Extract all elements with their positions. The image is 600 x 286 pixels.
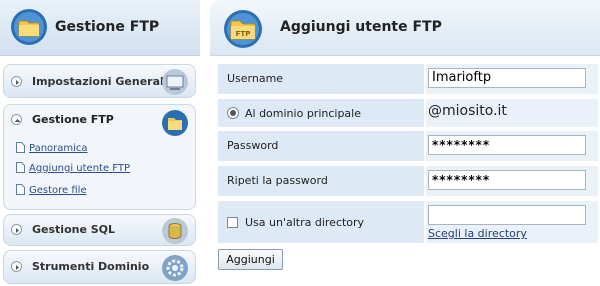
- globe-gear-icon: [162, 255, 188, 281]
- collapse-arrow-icon: [11, 114, 22, 125]
- password-input[interactable]: ********: [428, 135, 586, 155]
- username-input[interactable]: Imarioftp: [428, 68, 586, 88]
- username-value-cell: Imarioftp: [426, 64, 598, 94]
- choose-directory-link[interactable]: Scegli la directory: [428, 227, 527, 240]
- at-sign: @: [428, 103, 442, 119]
- sidebar: Gestione FTP Impostazioni Generali Gesti…: [0, 0, 200, 286]
- repeat-password-input[interactable]: ********: [428, 170, 586, 190]
- domain-radio[interactable]: [227, 107, 239, 119]
- repeat-password-label-cell: Ripeti la password: [218, 166, 424, 196]
- folder-icon: [11, 9, 47, 45]
- sidebar-item-gestore-file[interactable]: Gestore file: [16, 184, 87, 196]
- sidebar-section-label: Impostazioni Generali: [32, 75, 168, 88]
- sidebar-item-label: Gestore file: [29, 185, 87, 196]
- sidebar-item-aggiungi-utente-ftp[interactable]: Aggiungi utente FTP: [16, 162, 130, 174]
- expand-arrow-icon: [11, 224, 22, 235]
- domain-value-cell: @ miosito.it: [426, 99, 598, 127]
- expand-arrow-icon: [11, 261, 22, 272]
- repeat-password-value-cell: ********: [426, 166, 598, 196]
- sidebar-item-label: Aggiungi utente FTP: [29, 163, 131, 174]
- other-dir-label: Usa un'altra directory: [245, 216, 365, 229]
- password-label-cell: Password: [218, 131, 424, 161]
- sidebar-section-strumenti-dominio[interactable]: Strumenti Dominio: [3, 250, 196, 284]
- document-icon: [16, 184, 25, 195]
- directory-input[interactable]: [428, 205, 586, 225]
- sidebar-item-panoramica[interactable]: Panoramica: [16, 142, 88, 154]
- sidebar-section-label: Gestione FTP: [32, 113, 114, 126]
- database-icon: [162, 218, 188, 244]
- other-dir-label-cell: Usa un'altra directory: [218, 201, 424, 243]
- document-icon: [16, 162, 25, 173]
- other-dir-checkbox[interactable]: [227, 217, 238, 228]
- add-user-button[interactable]: Aggiungi: [218, 249, 283, 270]
- sidebar-item-label: Panoramica: [29, 143, 88, 154]
- username-label-cell: Username: [218, 64, 424, 94]
- main-panel: FTP Aggiungi utente FTP Username Imariof…: [210, 0, 600, 286]
- password-value-cell: ********: [426, 131, 598, 161]
- username-label: Username: [227, 72, 284, 85]
- domain-name: miosito.it: [442, 103, 507, 119]
- ftp-admin-window: Gestione FTP Impostazioni Generali Gesti…: [0, 0, 600, 286]
- document-icon: [16, 142, 25, 153]
- repeat-password-label: Ripeti la password: [227, 174, 328, 187]
- sidebar-title: Gestione FTP: [55, 19, 160, 35]
- settings-monitor-icon: [162, 69, 188, 95]
- page-title: Aggiungi utente FTP: [280, 19, 442, 35]
- password-label: Password: [227, 139, 279, 152]
- sidebar-section-gestione-sql[interactable]: Gestione SQL: [3, 214, 196, 246]
- sidebar-section-label: Strumenti Dominio: [32, 260, 150, 273]
- sidebar-section-label: Gestione SQL: [32, 223, 116, 236]
- expand-arrow-icon: [11, 76, 22, 87]
- sidebar-header: Gestione FTP: [0, 0, 200, 56]
- domain-radio-label: Al dominio principale: [245, 107, 361, 120]
- domain-label-cell: Al dominio principale: [218, 99, 424, 127]
- ftp-folder-icon: FTP: [224, 10, 262, 48]
- main-header: FTP Aggiungi utente FTP: [210, 0, 600, 56]
- sidebar-section-impostazioni-generali[interactable]: Impostazioni Generali: [3, 64, 196, 98]
- sidebar-section-gestione-ftp[interactable]: Gestione FTP Panoramica Aggiungi utente …: [3, 104, 196, 210]
- folder-icon: [162, 110, 188, 136]
- svg-text:FTP: FTP: [236, 30, 251, 38]
